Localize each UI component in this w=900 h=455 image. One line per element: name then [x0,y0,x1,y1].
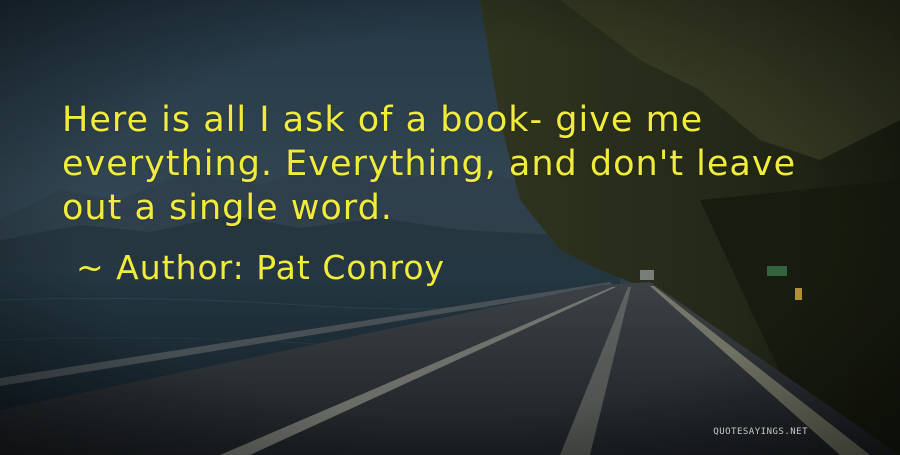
quote-text: Here is all I ask of a book- give me eve… [62,100,797,228]
site-watermark: QUOTESAYINGS.NET [713,427,808,437]
quote-image: Here is all I ask of a book- give me eve… [0,0,900,455]
author-line: ~ Author: Pat Conroy [76,248,446,287]
